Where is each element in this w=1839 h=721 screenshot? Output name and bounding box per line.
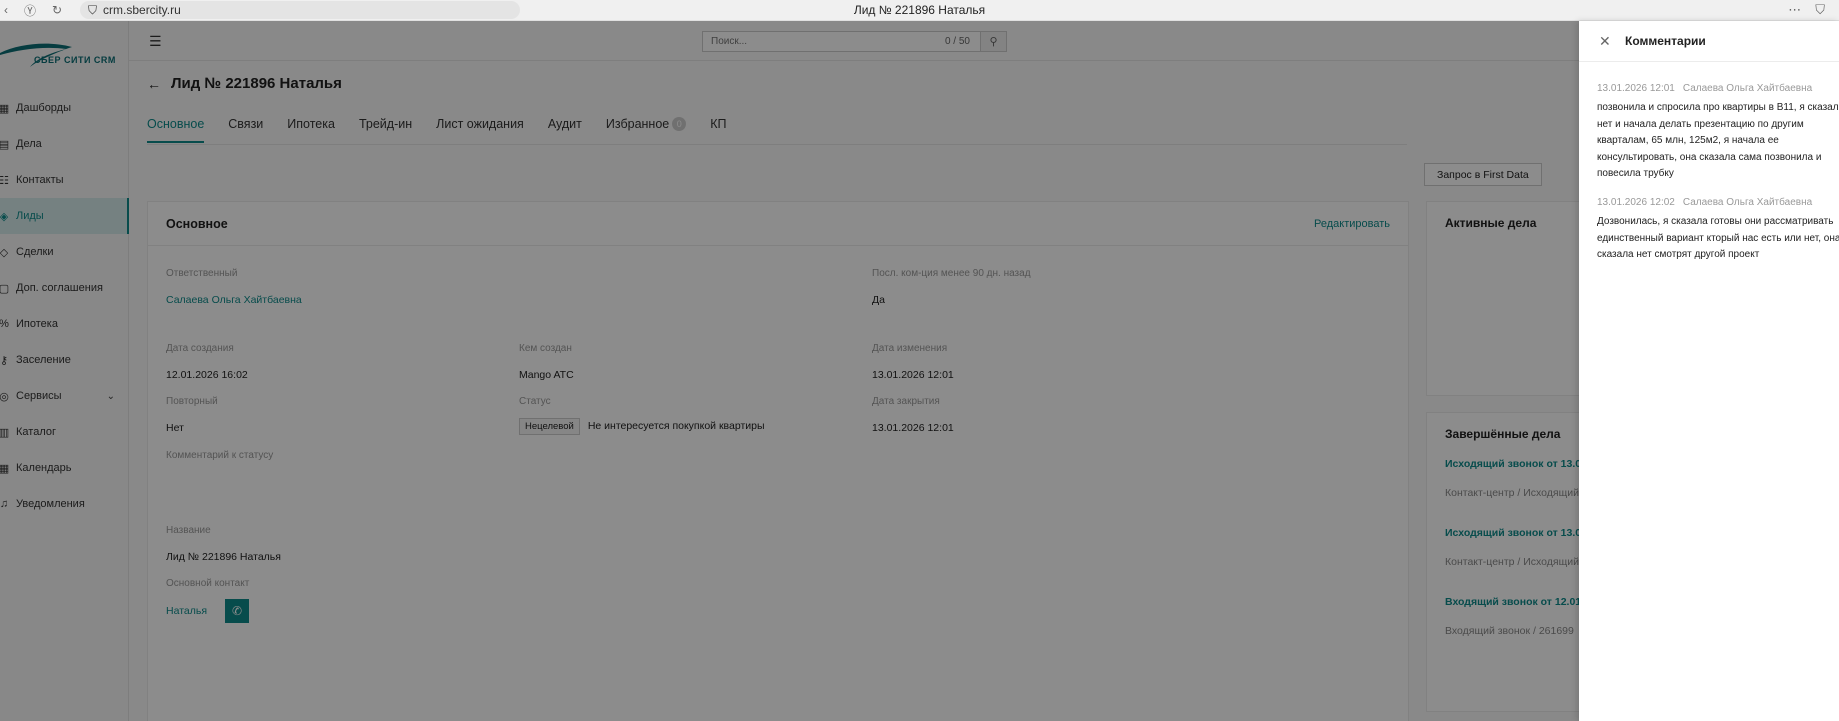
comment-meta: 13.01.2026 12:02 Салаева Ольга Хайтбаевна <box>1597 197 1839 208</box>
close-icon[interactable]: ✕ <box>1599 33 1613 50</box>
comments-panel-header: ✕ Комментарии <box>1579 21 1839 62</box>
comment-text: Дозвонилась, я сказала готовы они рассма… <box>1597 216 1839 260</box>
bookmark-icon[interactable]: ⛉ <box>1815 2 1825 18</box>
comment-item: 13.01.2026 12:01 Салаева Ольга Хайтбаевна… <box>1597 83 1839 183</box>
comment-item: 13.01.2026 12:02 Салаева Ольга Хайтбаевна… <box>1597 197 1839 264</box>
comments-panel: ✕ Комментарии 13.01.2026 12:01 Салаева Ол… <box>1579 21 1839 721</box>
comment-author: Салаева Ольга Хайтбаевна <box>1682 197 1813 208</box>
modal-backdrop[interactable] <box>0 21 1579 721</box>
comments-panel-title: Комментарии <box>1625 34 1706 48</box>
address-bar[interactable]: ⛉ crm.sbercity.ru <box>80 1 520 19</box>
comment-text: позвонила и спросила про квартиры в В11,… <box>1597 102 1839 179</box>
comment-date: 13.01.2026 12:02 <box>1597 197 1675 208</box>
comment-date: 13.01.2026 12:01 <box>1597 83 1675 94</box>
shield-icon: ⛉ <box>88 2 98 17</box>
browser-actions: ⋯ ⛉ <box>1788 2 1825 18</box>
browser-nav: ‹ Ⓨ ↻ <box>0 2 62 19</box>
browser-toolbar: ‹ Ⓨ ↻ ⛉ crm.sbercity.ru Лид № 221896 Нат… <box>0 0 1839 21</box>
reload-icon[interactable]: ↻ <box>52 3 62 17</box>
comment-author: Салаева Ольга Хайтбаевна <box>1682 83 1813 94</box>
back-icon[interactable]: ‹ <box>4 3 8 17</box>
yandex-icon[interactable]: Ⓨ <box>24 2 36 19</box>
url-text: crm.sbercity.ru <box>103 3 181 17</box>
more-icon[interactable]: ⋯ <box>1788 2 1801 18</box>
comment-meta: 13.01.2026 12:01 Салаева Ольга Хайтбаевна <box>1597 83 1839 94</box>
